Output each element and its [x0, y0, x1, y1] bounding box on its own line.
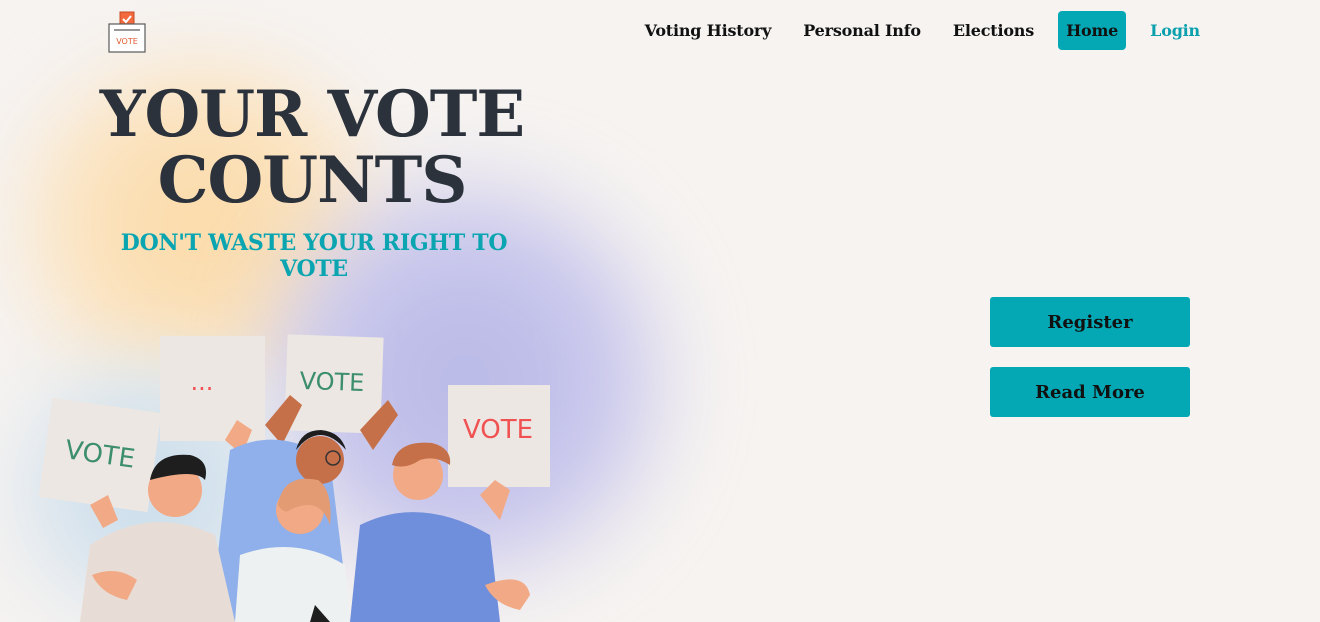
hero-title-line2: COUNTS — [157, 143, 468, 218]
register-button[interactable]: Register — [990, 297, 1190, 347]
svg-text:VOTE: VOTE — [463, 415, 533, 445]
hero-title-line1: YOUR VOTE — [99, 77, 525, 152]
svg-text:...: ... — [191, 368, 214, 396]
vote-sign-right: VOTE — [448, 385, 550, 487]
vote-sign-left: VOTE — [38, 397, 162, 513]
hero-title: YOUR VOTE COUNTS — [92, 82, 532, 214]
voters-illustration: VOTE ... VOTE VOTE — [38, 334, 550, 622]
nav-login[interactable]: Login — [1142, 11, 1208, 50]
main-nav: Voting History Personal Info Elections H… — [621, 11, 1208, 50]
read-more-button[interactable]: Read More — [990, 367, 1190, 417]
speech-sign: ... — [160, 336, 265, 441]
logo[interactable]: VOTE — [106, 10, 150, 54]
nav-personal-info[interactable]: Personal Info — [795, 11, 929, 50]
hero-subtitle: DON'T WASTE YOUR RIGHT TO VOTE — [120, 230, 508, 282]
nav-voting-history[interactable]: Voting History — [637, 11, 780, 50]
ballot-box-icon: VOTE — [108, 11, 146, 53]
vote-sign-center: VOTE — [284, 334, 384, 434]
logo-text: VOTE — [116, 37, 138, 46]
nav-home[interactable]: Home — [1058, 11, 1127, 50]
svg-text:VOTE: VOTE — [299, 367, 365, 397]
nav-elections[interactable]: Elections — [945, 11, 1042, 50]
